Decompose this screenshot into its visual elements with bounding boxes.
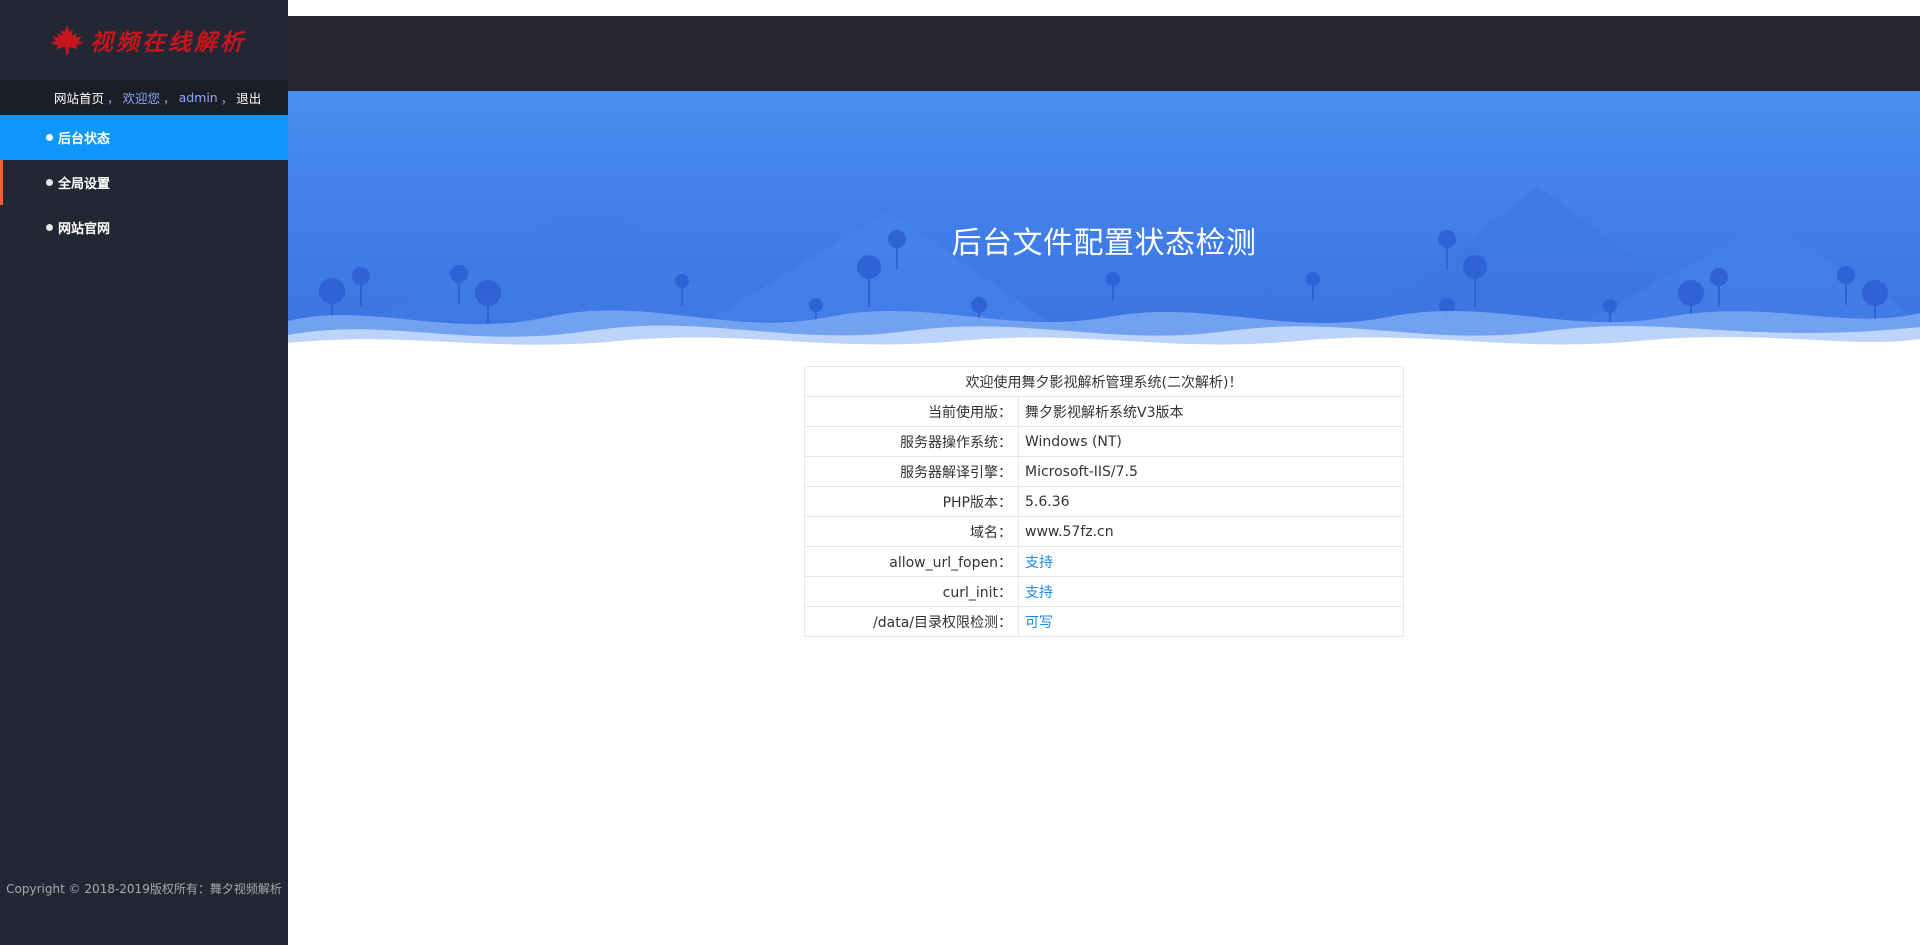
status-value: 支持 (1018, 546, 1404, 577)
separator: ， (107, 91, 120, 106)
user-bar: 网站首页 ， 欢迎您 ， admin ， 退出 (0, 80, 288, 115)
sidebar-item-label: 后台状态 (58, 132, 111, 147)
table-row: PHP版本： 5.6.36 (804, 486, 1404, 517)
separator: ， (163, 91, 176, 106)
row-label: PHP版本： (804, 486, 1019, 517)
sidebar-item-global-settings[interactable]: 全局设置 (0, 160, 288, 205)
dot-icon (46, 224, 53, 231)
banner: 后台文件配置状态检测 (288, 91, 1920, 351)
row-label: curl_init： (804, 576, 1019, 607)
banner-title: 后台文件配置状态检测 (951, 226, 1257, 261)
table-heading-row: 欢迎使用舞夕影视解析管理系统(二次解析)！ (804, 366, 1404, 397)
sidebar-item-label: 全局设置 (58, 177, 111, 192)
row-label: /data/目录权限检测： (804, 606, 1019, 637)
row-value: 舞夕影视解析系统V3版本 (1018, 396, 1404, 427)
logo[interactable]: 视频在线解析 (0, 0, 288, 80)
row-label: 域名： (804, 516, 1019, 547)
dot-icon (46, 134, 53, 141)
sidebar-item-label: 网站官网 (58, 222, 111, 237)
table-row: 域名： www.57fz.cn (804, 516, 1404, 547)
table-row: curl_init： 支持 (804, 576, 1404, 607)
welcome-text: 欢迎您 (122, 91, 161, 106)
home-link[interactable]: 网站首页 (54, 88, 104, 107)
separator: ， (220, 91, 234, 106)
row-label: 服务器操作系统： (804, 426, 1019, 457)
dot-icon (46, 179, 53, 186)
maple-leaf-icon (48, 24, 86, 56)
status-value: 可写 (1018, 606, 1404, 637)
row-label: 当前使用版： (804, 396, 1019, 427)
sidebar: 视频在线解析 网站首页 ， 欢迎您 ， admin ， 退出 后台状态 全局设置… (0, 0, 288, 945)
row-value: Windows (NT) (1018, 426, 1404, 457)
top-strip (288, 0, 1920, 16)
row-value: 5.6.36 (1018, 486, 1404, 517)
row-value: www.57fz.cn (1018, 516, 1404, 547)
table-row: /data/目录权限检测： 可写 (804, 606, 1404, 637)
row-label: allow_url_fopen： (804, 546, 1019, 577)
row-value: Microsoft-IIS/7.5 (1018, 456, 1404, 487)
username[interactable]: admin (179, 90, 218, 105)
table-row: 服务器解译引擎： Microsoft-IIS/7.5 (804, 456, 1404, 487)
server-info-table: 欢迎使用舞夕影视解析管理系统(二次解析)！ 当前使用版： 舞夕影视解析系统V3版… (804, 366, 1404, 637)
top-header (288, 16, 1920, 91)
table-row: 服务器操作系统： Windows (NT) (804, 426, 1404, 457)
welcome-heading: 欢迎使用舞夕影视解析管理系统(二次解析)！ (804, 366, 1404, 397)
row-label: 服务器解译引擎： (804, 456, 1019, 487)
status-value: 支持 (1018, 576, 1404, 607)
logout-link[interactable]: 退出 (236, 88, 261, 107)
logo-text: 视频在线解析 (90, 29, 246, 56)
copyright: Copyright © 2018-2019版权所有：舞夕视频解析 (6, 882, 282, 896)
table-row: 当前使用版： 舞夕影视解析系统V3版本 (804, 396, 1404, 427)
sidebar-item-official-site[interactable]: 网站官网 (0, 205, 288, 250)
sidebar-item-status[interactable]: 后台状态 (0, 115, 288, 160)
table-row: allow_url_fopen： 支持 (804, 546, 1404, 577)
